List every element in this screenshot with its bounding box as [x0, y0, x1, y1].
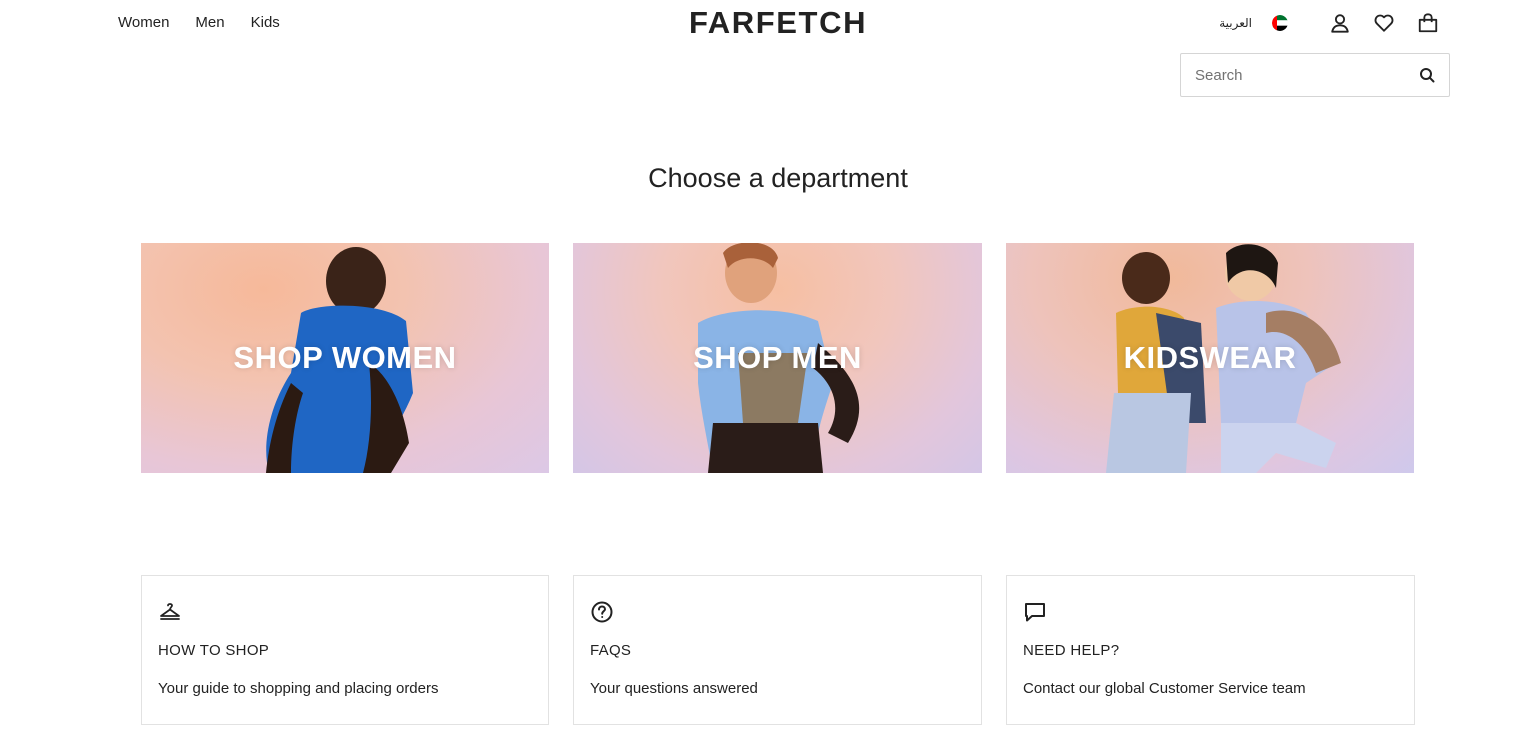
department-tile-kids[interactable]: KIDSWEAR: [1006, 243, 1414, 473]
site-header: Women Men Kids FARFETCH العربية: [0, 0, 1528, 46]
chat-bubble-icon: [1025, 603, 1045, 622]
nav-link-women[interactable]: Women: [118, 13, 169, 33]
header-utilities: العربية: [1219, 10, 1440, 36]
nav-link-men[interactable]: Men: [195, 13, 224, 33]
farfetch-logo[interactable]: FARFETCH: [676, 5, 880, 41]
language-switch[interactable]: العربية: [1219, 16, 1252, 30]
page-title: Choose a department: [648, 163, 908, 193]
search-box: [1180, 53, 1450, 97]
shopping-bag-icon[interactable]: [1416, 11, 1440, 35]
info-card-description: Your questions answered: [590, 680, 758, 697]
info-card-need-help[interactable]: NEED HELP? Contact our global Customer S…: [1006, 575, 1415, 725]
department-tile-women[interactable]: SHOP WOMEN: [141, 243, 549, 473]
info-card-title: FAQS: [590, 642, 632, 659]
info-card-how-to-shop[interactable]: HOW TO SHOP Your guide to shopping and p…: [141, 575, 549, 725]
hanger-icon: [160, 603, 180, 620]
info-card-description: Contact our global Customer Service team: [1023, 680, 1306, 697]
department-label-kids: KIDSWEAR: [1123, 340, 1297, 375]
info-card-faqs[interactable]: FAQS Your questions answered: [573, 575, 982, 725]
uae-flag-icon[interactable]: [1272, 15, 1288, 31]
department-tile-men[interactable]: SHOP MEN: [573, 243, 982, 473]
info-card-description: Your guide to shopping and placing order…: [158, 680, 439, 697]
info-card-title: HOW TO SHOP: [158, 642, 270, 659]
info-card-title: NEED HELP?: [1023, 642, 1120, 659]
department-label-men: SHOP MEN: [693, 340, 862, 375]
department-label-women: SHOP WOMEN: [233, 340, 457, 375]
question-circle-icon: [591, 601, 613, 623]
department-nav: Women Men Kids: [118, 13, 306, 33]
account-icon[interactable]: [1328, 11, 1352, 35]
nav-link-kids[interactable]: Kids: [251, 13, 280, 33]
search-input[interactable]: [1193, 55, 1413, 95]
search-icon[interactable]: [1419, 67, 1435, 83]
wishlist-heart-icon[interactable]: [1372, 11, 1396, 35]
